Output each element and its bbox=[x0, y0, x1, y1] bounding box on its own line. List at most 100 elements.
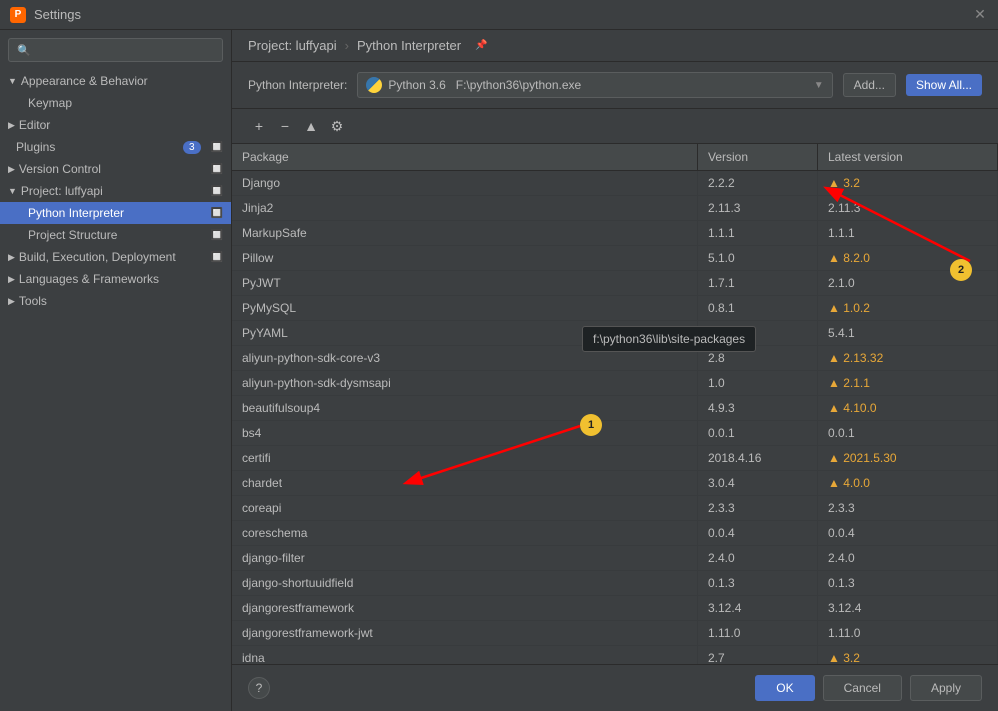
package-version: 0.0.4 bbox=[698, 521, 818, 545]
upgrade-package-button[interactable]: ▲ bbox=[300, 115, 322, 137]
table-row[interactable]: django-shortuuidfield 0.1.3 0.1.3 bbox=[232, 571, 998, 596]
package-version: 0.1.3 bbox=[698, 571, 818, 595]
table-row[interactable]: djangorestframework 3.12.4 3.12.4 bbox=[232, 596, 998, 621]
package-version: 1.11.0 bbox=[698, 621, 818, 645]
table-row[interactable]: coreapi 2.3.3 2.3.3 bbox=[232, 496, 998, 521]
table-row[interactable]: PyMySQL 0.8.1 ▲ 1.0.2 bbox=[232, 296, 998, 321]
sidebar-item-version-control[interactable]: ▶ Version Control 🔲 bbox=[0, 158, 231, 180]
chevron-right-icon: ▶ bbox=[8, 164, 15, 175]
show-all-button[interactable]: Show All... bbox=[906, 74, 982, 96]
sidebar-item-plugins[interactable]: Plugins 3 🔲 bbox=[0, 136, 231, 158]
add-package-button[interactable]: + bbox=[248, 115, 270, 137]
sidebar-item-label: Python Interpreter bbox=[28, 206, 124, 220]
project-icon: 🔲 bbox=[211, 186, 223, 197]
table-row[interactable]: PyJWT 1.7.1 2.1.0 bbox=[232, 271, 998, 296]
package-name: beautifulsoup4 bbox=[232, 396, 698, 420]
ok-button[interactable]: OK bbox=[755, 675, 814, 701]
sidebar: 🔍 ▼ Appearance & Behavior Keymap ▶ Edito… bbox=[0, 30, 232, 711]
window-title: Settings bbox=[34, 7, 81, 22]
table-row[interactable]: Django 2.2.2 ▲ 3.2 bbox=[232, 171, 998, 196]
sidebar-item-tools[interactable]: ▶ Tools bbox=[0, 290, 231, 312]
table-row[interactable]: MarkupSafe 1.1.1 1.1.1 bbox=[232, 221, 998, 246]
sidebar-item-project[interactable]: ▼ Project: luffyapi 🔲 bbox=[0, 180, 231, 202]
package-name: coreapi bbox=[232, 496, 698, 520]
package-latest: ▲ 4.0.0 bbox=[818, 471, 998, 495]
package-latest: 0.0.4 bbox=[818, 521, 998, 545]
package-name: Pillow bbox=[232, 246, 698, 270]
chevron-down-icon: ▼ bbox=[8, 76, 17, 86]
chevron-right-icon: ▶ bbox=[8, 296, 15, 307]
package-latest: 0.1.3 bbox=[818, 571, 998, 595]
package-version: 2.4.0 bbox=[698, 546, 818, 570]
sidebar-item-appearance[interactable]: ▼ Appearance & Behavior bbox=[0, 70, 231, 92]
sidebar-item-label: Keymap bbox=[28, 96, 72, 110]
table-row[interactable]: Pillow 5.1.0 ▲ 8.2.0 bbox=[232, 246, 998, 271]
package-version: 2018.4.16 bbox=[698, 446, 818, 470]
package-name: MarkupSafe bbox=[232, 221, 698, 245]
sidebar-item-label: Project: luffyapi bbox=[21, 184, 103, 198]
table-row[interactable]: idna 2.7 ▲ 3.2 bbox=[232, 646, 998, 664]
table-row[interactable]: aliyun-python-sdk-dysmsapi 1.0 ▲ 2.1.1 bbox=[232, 371, 998, 396]
apply-button[interactable]: Apply bbox=[910, 675, 982, 701]
breadcrumb-project: Project: luffyapi bbox=[248, 38, 337, 53]
bottom-bar: ? OK Cancel Apply bbox=[232, 664, 998, 711]
package-latest: ▲ 2.13.32 bbox=[818, 346, 998, 370]
chevron-down-icon: ▼ bbox=[814, 80, 824, 91]
sidebar-item-python-interpreter[interactable]: Python Interpreter 🔲 bbox=[0, 202, 231, 224]
close-button[interactable]: ✕ bbox=[972, 7, 988, 23]
column-latest: Latest version bbox=[818, 144, 998, 170]
package-latest: 0.0.1 bbox=[818, 421, 998, 445]
package-version: 1.1.1 bbox=[698, 221, 818, 245]
package-latest: ▲ 8.2.0 bbox=[818, 246, 998, 270]
search-box[interactable]: 🔍 bbox=[8, 38, 223, 62]
sidebar-item-label: Project Structure bbox=[28, 228, 117, 242]
python-interp-icon: 🔲 bbox=[211, 208, 223, 219]
breadcrumb-page: Python Interpreter bbox=[357, 38, 461, 53]
add-interpreter-button[interactable]: Add... bbox=[843, 73, 896, 97]
table-row[interactable]: bs4 0.0.1 0.0.1 bbox=[232, 421, 998, 446]
table-row[interactable]: djangorestframework-jwt 1.11.0 1.11.0 bbox=[232, 621, 998, 646]
breadcrumb: Project: luffyapi › Python Interpreter 📌 bbox=[232, 30, 998, 62]
package-latest: 2.3.3 bbox=[818, 496, 998, 520]
settings-button[interactable]: ⚙ bbox=[326, 115, 348, 137]
package-version: 2.2.2 bbox=[698, 171, 818, 195]
table-row[interactable]: certifi 2018.4.16 ▲ 2021.5.30 bbox=[232, 446, 998, 471]
package-name: bs4 bbox=[232, 421, 698, 445]
package-latest: ▲ 2021.5.30 bbox=[818, 446, 998, 470]
cancel-button[interactable]: Cancel bbox=[823, 675, 902, 701]
package-latest: 2.4.0 bbox=[818, 546, 998, 570]
table-row[interactable]: beautifulsoup4 4.9.3 ▲ 4.10.0 bbox=[232, 396, 998, 421]
chevron-down-icon: ▼ bbox=[8, 186, 17, 196]
table-row[interactable]: chardet 3.0.4 ▲ 4.0.0 bbox=[232, 471, 998, 496]
package-latest: 1.11.0 bbox=[818, 621, 998, 645]
package-latest: 3.12.4 bbox=[818, 596, 998, 620]
search-icon: 🔍 bbox=[17, 44, 31, 57]
sidebar-item-label: Version Control bbox=[19, 162, 101, 176]
package-name: certifi bbox=[232, 446, 698, 470]
sidebar-item-project-structure[interactable]: Project Structure 🔲 bbox=[0, 224, 231, 246]
sidebar-item-label: Build, Execution, Deployment bbox=[19, 250, 176, 264]
sidebar-item-label: Tools bbox=[19, 294, 47, 308]
package-name: PyMySQL bbox=[232, 296, 698, 320]
table-row[interactable]: Jinja2 2.11.3 2.11.3 bbox=[232, 196, 998, 221]
structure-icon: 🔲 bbox=[211, 230, 223, 241]
package-name: djangorestframework-jwt bbox=[232, 621, 698, 645]
sidebar-item-languages[interactable]: ▶ Languages & Frameworks bbox=[0, 268, 231, 290]
table-row[interactable]: coreschema 0.0.4 0.0.4 bbox=[232, 521, 998, 546]
table-row[interactable]: django-filter 2.4.0 2.4.0 bbox=[232, 546, 998, 571]
package-latest: 2.1.0 bbox=[818, 271, 998, 295]
sidebar-item-keymap[interactable]: Keymap bbox=[0, 92, 231, 114]
packages-scroll[interactable]: Django 2.2.2 ▲ 3.2 Jinja2 2.11.3 2.11.3 … bbox=[232, 171, 998, 664]
remove-package-button[interactable]: − bbox=[274, 115, 296, 137]
table-row[interactable]: aliyun-python-sdk-core-v3 2.8 ▲ 2.13.32 bbox=[232, 346, 998, 371]
package-name: Django bbox=[232, 171, 698, 195]
sidebar-item-editor[interactable]: ▶ Editor bbox=[0, 114, 231, 136]
interpreter-dropdown[interactable]: Python 3.6 F:\python36\python.exe ▼ bbox=[357, 72, 832, 98]
help-button[interactable]: ? bbox=[248, 677, 270, 699]
sidebar-item-build[interactable]: ▶ Build, Execution, Deployment 🔲 bbox=[0, 246, 231, 268]
package-latest: 1.1.1 bbox=[818, 221, 998, 245]
table-row[interactable]: PyYAML 5.4.1 5.4.1 bbox=[232, 321, 998, 346]
package-latest: ▲ 3.2 bbox=[818, 171, 998, 195]
package-name: django-shortuuidfield bbox=[232, 571, 698, 595]
search-input[interactable] bbox=[37, 43, 214, 57]
